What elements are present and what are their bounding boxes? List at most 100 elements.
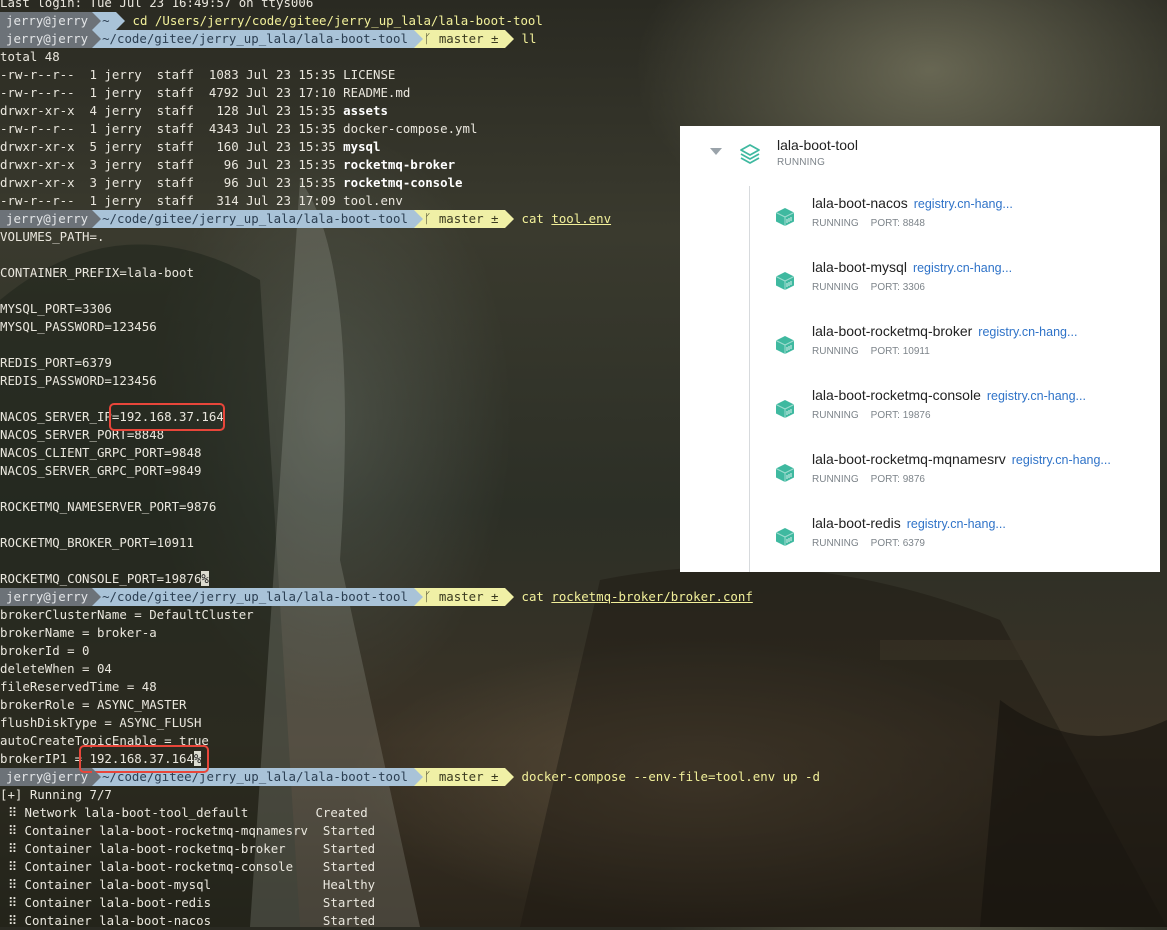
prompt-user: jerry@jerry	[0, 768, 93, 786]
prompt-path: ~/code/gitee/jerry_up_lala/lala-boot-too…	[92, 30, 414, 48]
ls-entry: drwxr-xr-x 4 jerry staff 128 Jul 23 15:3…	[0, 103, 388, 118]
service-row[interactable]: lala-boot-nacos registry.cn-hang... RUNNIN…	[750, 186, 1160, 250]
file-name: assets	[343, 103, 388, 118]
container-icon	[774, 206, 796, 228]
compose-status-line: ⠿ Container lala-boot-rocketmq-console S…	[8, 859, 376, 874]
highlight-nacos-ip	[109, 403, 225, 431]
service-port: PORT: 6379	[870, 538, 925, 549]
conf-line: flushDiskType = ASYNC_FLUSH	[0, 715, 202, 730]
service-row[interactable]: lala-boot-rocketmq-broker registry.cn-han…	[750, 314, 1160, 378]
ls-total: total 48	[0, 49, 60, 64]
compose-status-line: ⠿ Container lala-boot-nacos Started	[8, 913, 376, 928]
prompt-git-branch: ᚴ master ±	[413, 210, 505, 228]
service-port: PORT: 8848	[870, 218, 925, 229]
service-name: lala-boot-nacos	[812, 195, 908, 211]
stack-icon	[740, 144, 760, 164]
compose-status-line: ⠿ Container lala-boot-redis Started	[8, 895, 376, 910]
service-name: lala-boot-rocketmq-mqnamesrv	[812, 451, 1006, 467]
file-name: mysql	[343, 139, 381, 154]
prompt-git-branch: ᚴ master ±	[413, 588, 505, 606]
branch-icon: ᚴ	[423, 589, 439, 604]
docker-containers-panel: lala-boot-tool RUNNING lala-boot-nacos re…	[680, 126, 1160, 572]
service-port: PORT: 9876	[870, 474, 925, 485]
no-newline-marker: %	[201, 571, 209, 586]
conf-line: brokerId = 0	[0, 643, 90, 658]
service-row[interactable]: lala-boot-mysql registry.cn-hang... RUNNIN…	[750, 250, 1160, 314]
chevron-down-icon[interactable]	[710, 148, 722, 155]
prompt-git-branch: ᚴ master ±	[413, 30, 505, 48]
container-icon	[774, 334, 796, 356]
container-icon	[774, 526, 796, 548]
service-row[interactable]: lala-boot-rocketmq-console registry.cn-ha…	[750, 378, 1160, 442]
compose-status-line: ⠿ Container lala-boot-mysql Healthy	[8, 877, 376, 892]
prompt-path: ~/code/gitee/jerry_up_lala/lala-boot-too…	[92, 210, 414, 228]
file-name: README.md	[343, 85, 411, 100]
service-status: RUNNING	[812, 410, 859, 421]
prompt-user: jerry@jerry	[0, 210, 93, 228]
branch-icon: ᚴ	[423, 769, 439, 784]
login-line: Last login: Tue Jul 23 16:49:57 on ttys0…	[0, 0, 314, 10]
service-status: RUNNING	[812, 538, 859, 549]
container-icon	[774, 398, 796, 420]
conf-line: brokerClusterName = DefaultCluster	[0, 607, 254, 622]
broker-conf-output: brokerClusterName = DefaultCluster broker…	[0, 606, 1167, 750]
service-name: lala-boot-redis	[812, 515, 901, 531]
registry-link[interactable]: registry.cn-hang...	[987, 389, 1086, 403]
compose-header: [+] Running 7/7	[0, 787, 112, 802]
branch-icon: ᚴ	[423, 31, 439, 46]
ls-entry: -rw-r--r-- 1 jerry staff 1083 Jul 23 15:…	[0, 67, 396, 82]
container-icon	[774, 462, 796, 484]
conf-line: brokerRole = ASYNC_MASTER	[0, 697, 187, 712]
container-icon	[774, 270, 796, 292]
registry-link[interactable]: registry.cn-hang...	[1012, 453, 1111, 467]
shell-prompt: jerry@jerry ~/code/gitee/jerry_up_lala/l…	[0, 588, 1167, 606]
service-status: RUNNING	[812, 474, 859, 485]
service-row[interactable]: lala-boot-rocketmq-mqnamesrv registry.cn-…	[750, 442, 1160, 506]
file-name: tool.env	[343, 193, 403, 208]
registry-link[interactable]: registry.cn-hang...	[913, 261, 1012, 275]
conf-line: fileReservedTime = 48	[0, 679, 157, 694]
prompt-git-branch: ᚴ master ±	[413, 768, 505, 786]
shell-prompt: jerry@jerry ~/code/gitee/jerry_up_lala/l…	[0, 30, 1167, 48]
registry-link[interactable]: registry.cn-hang...	[907, 517, 1006, 531]
command-arg: tool.env	[551, 211, 612, 226]
project-status: RUNNING	[777, 157, 826, 168]
command-text: cd /Users/jerry/code/gitee/jerry_up_lala…	[132, 13, 543, 28]
service-name: lala-boot-mysql	[812, 259, 907, 275]
compose-status-line: ⠿ Container lala-boot-rocketmq-mqnamesrv…	[8, 823, 376, 838]
shell-prompt: jerry@jerry ~ cd /Users/jerry/code/gitee…	[0, 12, 1167, 30]
compose-status-line: ⠿ Network lala-boot-tool_default Created	[8, 805, 368, 820]
service-status: RUNNING	[812, 282, 859, 293]
command-text: cat rocketmq-broker/broker.conf	[521, 589, 753, 604]
project-row[interactable]: lala-boot-tool RUNNING	[680, 126, 1160, 186]
prompt-user: jerry@jerry	[0, 588, 93, 606]
service-port: PORT: 19876	[870, 410, 931, 421]
service-name: lala-boot-rocketmq-broker	[812, 323, 973, 339]
prompt-user: jerry@jerry	[0, 12, 93, 30]
conf-line: brokerName = broker-a	[0, 625, 157, 640]
file-name: rocketmq-broker	[343, 157, 456, 172]
command-text: ll	[521, 31, 537, 46]
env-last-line: ROCKETMQ_CONSOLE_PORT=19876%	[0, 571, 209, 586]
file-name: LICENSE	[343, 67, 396, 82]
service-status: RUNNING	[812, 346, 859, 357]
compose-status-line: ⠿ Container lala-boot-rocketmq-broker St…	[8, 841, 376, 856]
conf-line: deleteWhen = 04	[0, 661, 112, 676]
registry-link[interactable]: registry.cn-hang...	[914, 197, 1013, 211]
service-port: PORT: 3306	[870, 282, 925, 293]
file-name: docker-compose.yml	[343, 121, 478, 136]
service-port: PORT: 10911	[870, 346, 930, 357]
ls-entry: -rw-r--r-- 1 jerry staff 4792 Jul 23 17:…	[0, 85, 411, 100]
registry-link[interactable]: registry.cn-hang...	[978, 325, 1077, 339]
command-text: cat tool.env	[521, 211, 612, 226]
command-text: docker-compose --env-file=tool.env up -d	[521, 769, 820, 784]
service-name: lala-boot-rocketmq-console	[812, 387, 981, 403]
prompt-path: ~/code/gitee/jerry_up_lala/lala-boot-too…	[92, 588, 414, 606]
compose-output: ⠿ Network lala-boot-tool_default Created…	[0, 804, 1167, 930]
service-row[interactable]: lala-boot-redis registry.cn-hang... RUNNIN…	[750, 506, 1160, 570]
branch-icon: ᚴ	[423, 211, 439, 226]
project-name: lala-boot-tool	[777, 137, 858, 153]
prompt-user: jerry@jerry	[0, 30, 93, 48]
command-arg: rocketmq-broker/broker.conf	[551, 589, 753, 604]
file-name: rocketmq-console	[343, 175, 463, 190]
